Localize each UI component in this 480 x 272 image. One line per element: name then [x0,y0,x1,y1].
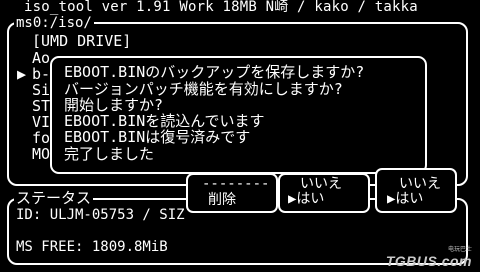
list-item[interactable]: ST [32,98,50,114]
yes-option[interactable]: ▶はい [288,192,324,207]
current-path: ms0:/iso/ [14,15,94,31]
dialog-message: 開始しますか? [64,96,164,114]
status-free-space: MS FREE: 1809.8MiB [16,239,168,255]
app-header: iso_tool ver 1.91 Work 18MB N崎 / kako / … [24,0,418,15]
dialog-message: EBOOT.BINは復号済みです [64,128,251,146]
no-option[interactable]: いいえ [399,177,441,192]
list-item[interactable]: fo [32,130,50,146]
status-label: ステータス [14,189,94,207]
watermark-logo-text: TGBUS.com [385,253,472,269]
selection-cursor-icon: ▶ [17,65,27,83]
status-id-line: ID: ULJM-05753 / SIZ [16,207,185,223]
menu-separator: -------- [202,176,270,192]
delete-option[interactable]: 削除 [208,193,236,208]
confirm-menu[interactable]: いいえ ▶はい [375,168,457,213]
dialog-message: EBOOT.BINのバックアップを保存しますか? [64,63,365,81]
list-item-umd-drive[interactable]: [UMD DRIVE] [32,33,131,49]
dialog-message: バージョンパッチ機能を有効にしますか? [64,80,343,98]
no-option[interactable]: いいえ [300,177,342,192]
dialog-message: 完了しました [64,145,155,163]
yes-option[interactable]: ▶はい [387,192,423,207]
list-item[interactable]: Si [32,82,50,98]
list-item-selected[interactable]: b- [32,66,50,82]
dialog-message: EBOOT.BINを読込んでいます [64,112,265,130]
list-item[interactable]: MO [32,146,50,162]
list-item[interactable]: VI [32,114,50,130]
confirm-menu[interactable]: いいえ ▶はい [278,173,370,213]
delete-menu[interactable]: -------- 削除 [186,173,278,213]
watermark: 电玩巴士 TGBUS.com [386,247,472,268]
list-item[interactable]: Ao [32,50,50,66]
